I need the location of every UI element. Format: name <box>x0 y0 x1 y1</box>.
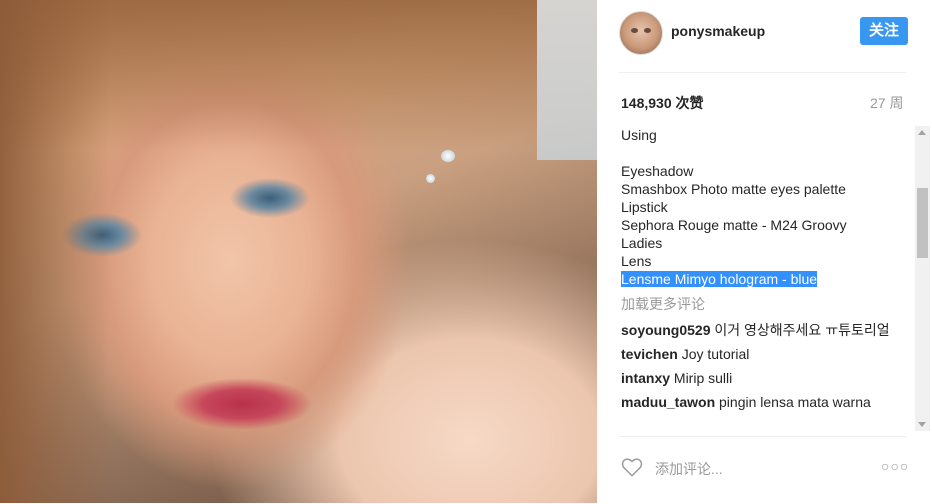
post-age[interactable]: 27 周 <box>870 93 903 113</box>
comment-item: intanxy Mirip sulli <box>621 369 913 387</box>
avatar-eye <box>631 28 638 33</box>
post-header: ponysmakeup 关注 <box>619 10 908 73</box>
scroll-down-arrow-icon[interactable] <box>918 422 926 427</box>
comment-text: Mirip sulli <box>673 370 733 386</box>
comment-username[interactable]: intanxy <box>621 370 670 386</box>
post-side-panel: ponysmakeup 关注 148,930 次赞 27 周 Using Eye… <box>597 0 932 503</box>
scrollbar-thumb[interactable] <box>917 188 928 258</box>
avatar-eye <box>644 28 651 33</box>
caption-line: Sephora Rouge matte - M24 Groovy <box>621 217 847 233</box>
comment-item: soyoung0529 이거 영상해주세요 ㅠ튜토리얼 <box>621 321 913 339</box>
caption-line: Lipstick <box>621 199 668 215</box>
earring-decoration <box>426 174 435 183</box>
comment-text: Joy tutorial <box>681 346 750 362</box>
earring-decoration <box>441 150 455 162</box>
more-options-icon[interactable]: ○○○ <box>881 458 909 474</box>
caption-line: Eyeshadow <box>621 163 694 179</box>
scroll-up-arrow-icon[interactable] <box>918 130 926 135</box>
comment-text: pingin lensa mata warna <box>719 394 871 410</box>
comment-item: maduu_tawon pingin lensa mata warna <box>621 393 913 411</box>
comment-username[interactable]: tevichen <box>621 346 678 362</box>
heart-icon[interactable] <box>621 457 643 482</box>
add-comment-input[interactable]: 添加评论... <box>655 459 723 479</box>
comments-list[interactable]: Using Eyeshadow Smashbox Photo matte eye… <box>621 126 913 431</box>
caption-line <box>621 144 913 162</box>
caption-line-selected: Lensme Mimyo hologram - blue <box>621 271 818 287</box>
comment-item: tevichen Joy tutorial <box>621 345 913 363</box>
post-photo[interactable] <box>0 0 597 503</box>
comments-scrollbar[interactable] <box>915 126 930 431</box>
comment-username[interactable]: soyoung0529 <box>621 322 710 338</box>
caption-line: Lens <box>621 253 652 269</box>
comment-username[interactable]: maduu_tawon <box>621 394 715 410</box>
caption-line: Smashbox Photo matte eyes palette <box>621 181 846 197</box>
follow-button[interactable]: 关注 <box>860 17 908 45</box>
instagram-post-view: ponysmakeup 关注 148,930 次赞 27 周 Using Eye… <box>0 0 932 503</box>
likes-count[interactable]: 148,930 次赞 <box>621 93 704 113</box>
photo-hair-left-overlay <box>0 0 110 503</box>
load-more-comments-link[interactable]: 加载更多评论 <box>621 295 913 313</box>
post-footer: 添加评论... ○○○ <box>619 436 909 504</box>
avatar[interactable] <box>619 11 663 55</box>
photo-background-sky <box>537 0 597 160</box>
comment-text: 이거 영상해주세요 ㅠ튜토리얼 <box>714 322 890 338</box>
caption-line: Using <box>621 127 657 143</box>
username-link[interactable]: ponysmakeup <box>671 23 765 39</box>
caption-line: Ladies <box>621 235 663 251</box>
